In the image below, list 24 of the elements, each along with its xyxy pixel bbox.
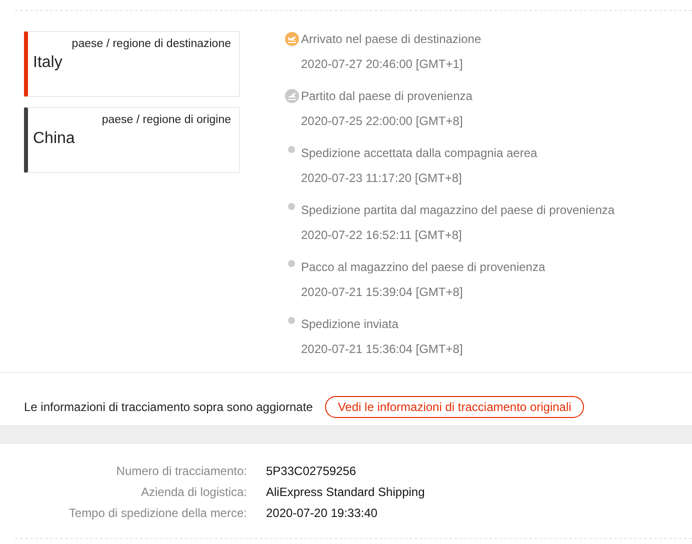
detail-value: AliExpress Standard Shipping <box>266 485 426 500</box>
card-label: paese / regione di destinazione <box>70 38 231 50</box>
original-tracking-button[interactable]: Vedi le informazioni di tracciamento originali <box>324 396 584 418</box>
detail-label: Tempo di spedizione della merce: <box>68 506 247 521</box>
event-title: Pacco al magazzino del paese di provenienza <box>301 259 546 275</box>
country-name: China <box>33 130 76 148</box>
event-time: 2020-07-27 20:46:00 [GMT+1] <box>301 56 464 72</box>
event-title: Partito dal paese di provenienza <box>301 88 472 104</box>
event-time: 2020-07-23 11:17:20 [GMT+8] <box>301 170 463 186</box>
event-title: Spedizione accettata dalla compagnia aerea <box>301 145 538 161</box>
event-title: Spedizione inviata <box>301 316 400 332</box>
detail-value: 5P33C02759256 <box>266 464 358 479</box>
detail-label: Azienda di logistica: <box>140 485 247 500</box>
event-title: Spedizione partita dal magazzino del paese di provenienza <box>301 202 615 218</box>
event-title: Arrivato nel paese di destinazione <box>301 31 482 47</box>
country-name: Italy <box>33 54 64 72</box>
card-label: paese / regione di origine <box>100 114 231 126</box>
event-time: 2020-07-21 15:36:04 [GMT+8] <box>301 341 463 357</box>
event-time: 2020-07-21 15:39:04 [GMT+8] <box>301 284 464 300</box>
detail-value: 2020-07-20 19:33:40 <box>266 506 378 521</box>
notice-text: Le informazioni di tracciamento sopra sono aggiornate <box>24 400 313 414</box>
event-time: 2020-07-25 22:00:00 [GMT+8] <box>301 113 464 129</box>
event-time: 2020-07-22 16:52:11 [GMT+8] <box>301 227 463 243</box>
detail-label: Numero di tracciamento: <box>115 464 247 479</box>
